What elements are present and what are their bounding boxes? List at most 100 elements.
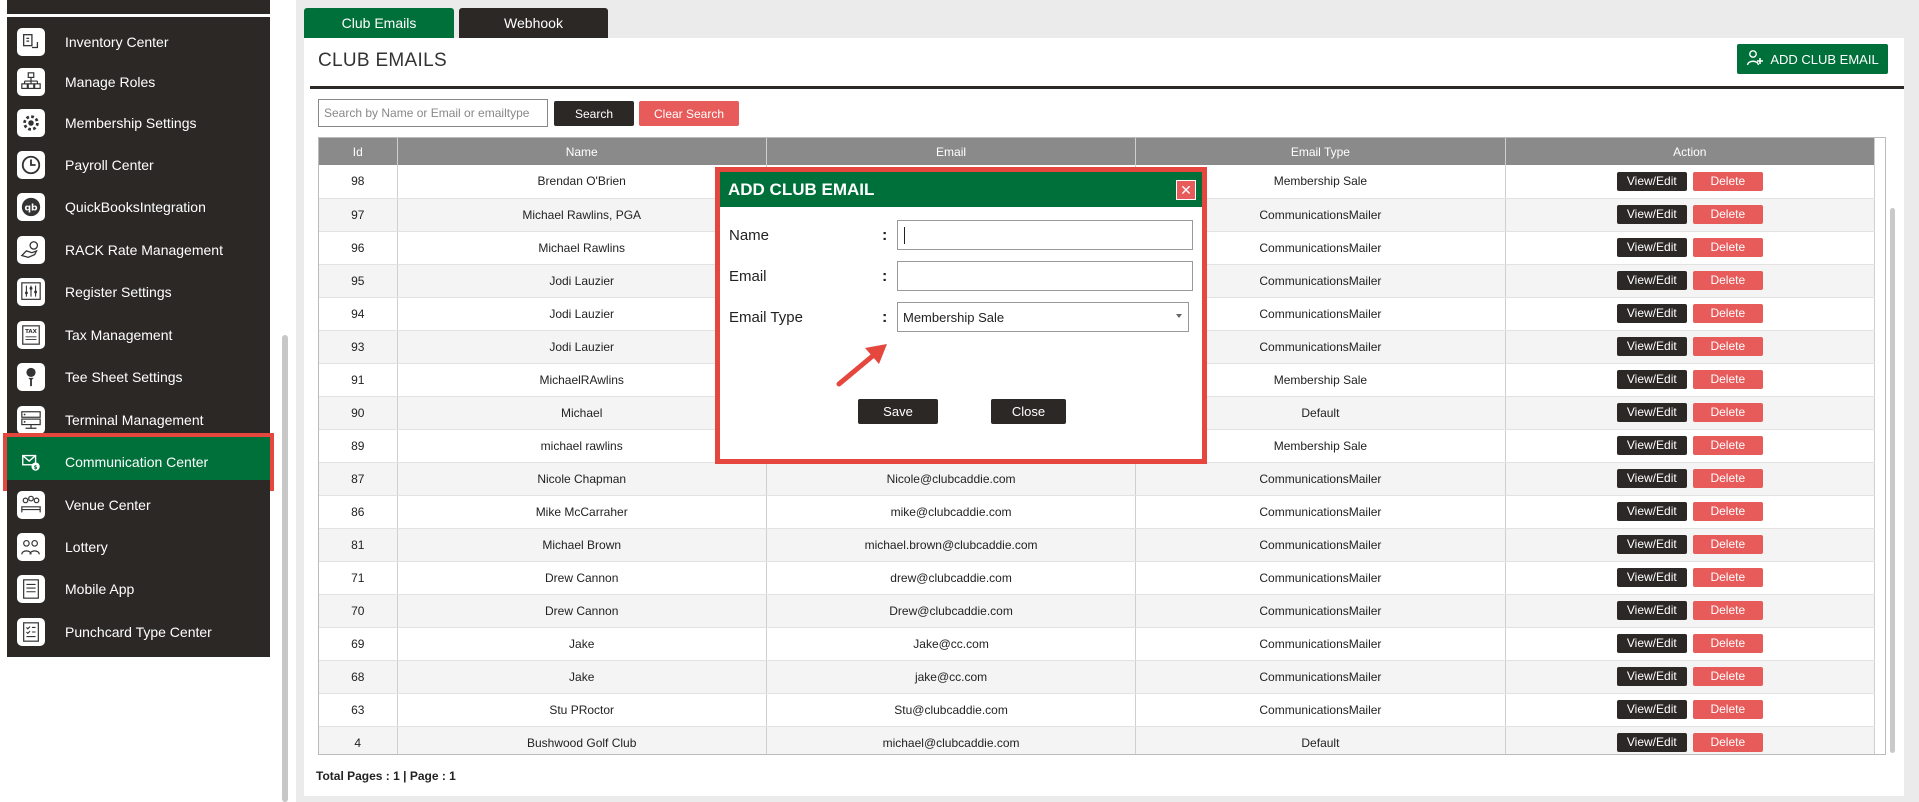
email-field[interactable]: [897, 261, 1193, 291]
delete-button[interactable]: Delete: [1692, 271, 1763, 290]
tab-webhook[interactable]: Webhook: [459, 8, 608, 38]
view-edit-button[interactable]: View/Edit: [1616, 535, 1687, 554]
view-edit-button[interactable]: View/Edit: [1616, 733, 1687, 752]
clear-search-button[interactable]: Clear Search: [639, 101, 739, 126]
add-club-email-button[interactable]: ADD CLUB EMAIL: [1737, 44, 1888, 74]
cell-email: michael.brown@clubcaddie.com: [766, 528, 1137, 562]
page-title: CLUB EMAILS: [318, 50, 447, 71]
delete-button[interactable]: Delete: [1692, 634, 1763, 653]
sidebar-item-partial[interactable]: [7, 0, 270, 14]
view-edit-button[interactable]: View/Edit: [1616, 370, 1687, 389]
tab-club-emails[interactable]: Club Emails: [304, 8, 454, 38]
delete-button[interactable]: Delete: [1692, 171, 1763, 191]
view-edit-button[interactable]: View/Edit: [1616, 601, 1687, 620]
cell-action: View/Edit Delete: [1505, 165, 1876, 199]
view-edit-button[interactable]: View/Edit: [1616, 171, 1687, 191]
delete-button[interactable]: Delete: [1692, 568, 1763, 587]
delete-button[interactable]: Delete: [1692, 535, 1763, 554]
view-edit-button[interactable]: View/Edit: [1616, 634, 1687, 653]
email-type-select[interactable]: Membership Sale: [897, 302, 1189, 332]
cell-name: Drew Cannon: [397, 561, 767, 595]
sidebar-item-label: Inventory Center: [65, 34, 169, 50]
cell-id: 98: [319, 165, 398, 199]
search-input[interactable]: Search by Name or Email or emailtype: [318, 99, 548, 127]
cell-action: View/Edit Delete: [1505, 660, 1876, 694]
delete-button[interactable]: Delete: [1692, 403, 1763, 422]
delete-button[interactable]: Delete: [1692, 469, 1763, 488]
close-button[interactable]: Close: [991, 399, 1066, 424]
delete-button[interactable]: Delete: [1692, 370, 1763, 389]
svg-text:$: $: [34, 465, 38, 471]
delete-button[interactable]: Delete: [1692, 205, 1763, 224]
delete-button[interactable]: Delete: [1692, 601, 1763, 620]
view-edit-button[interactable]: View/Edit: [1616, 337, 1687, 356]
cell-id: 81: [319, 528, 398, 562]
view-edit-button[interactable]: View/Edit: [1616, 700, 1687, 719]
sidebar-item-label: RACK Rate Management: [65, 242, 223, 258]
table-row: 70 Drew Cannon Drew@clubcaddie.com Communic…: [319, 594, 1876, 628]
svg-text:TAX: TAX: [25, 329, 38, 335]
cell-name: Stu PRoctor: [397, 693, 767, 727]
view-edit-button[interactable]: View/Edit: [1616, 205, 1687, 224]
cell-email-type: CommunicationsMailer: [1135, 594, 1506, 628]
cell-name: MichaelRAwlins: [397, 363, 767, 397]
header-email: Email: [766, 138, 1137, 165]
cell-action: View/Edit Delete: [1505, 726, 1876, 754]
cell-id: 93: [319, 330, 398, 364]
name-field[interactable]: [897, 220, 1193, 250]
cell-email-type: CommunicationsMailer: [1135, 627, 1506, 661]
delete-button[interactable]: Delete: [1692, 700, 1763, 719]
view-edit-button[interactable]: View/Edit: [1616, 238, 1687, 257]
cell-action: View/Edit Delete: [1505, 528, 1876, 562]
delete-button[interactable]: Delete: [1692, 337, 1763, 356]
sidebar-item-label: Venue Center: [65, 497, 151, 513]
header-email-type: Email Type: [1135, 138, 1506, 165]
cell-id: 4: [319, 726, 398, 754]
sidebar-scrollbar[interactable]: [282, 335, 288, 802]
cell-name: Michael Brown: [397, 528, 767, 562]
name-label: Name: [729, 227, 770, 244]
cell-action: View/Edit Delete: [1505, 231, 1876, 265]
delete-button[interactable]: Delete: [1692, 667, 1763, 686]
cell-name: michael rawlins: [397, 429, 767, 463]
cell-name: Michael: [397, 396, 767, 430]
delete-button[interactable]: Delete: [1692, 238, 1763, 257]
table-scrollbar[interactable]: [1890, 208, 1895, 753]
view-edit-button[interactable]: View/Edit: [1616, 271, 1687, 290]
cell-id: 70: [319, 594, 398, 628]
view-edit-button[interactable]: View/Edit: [1616, 469, 1687, 488]
cell-action: View/Edit Delete: [1505, 330, 1876, 364]
view-edit-button[interactable]: View/Edit: [1616, 667, 1687, 686]
email-colon: :: [882, 268, 888, 285]
email-label: Email: [729, 268, 767, 285]
search-button[interactable]: Search: [554, 101, 634, 126]
cell-id: 89: [319, 429, 398, 463]
sidebar-item-label: QuickBooksIntegration: [65, 199, 206, 215]
delete-button[interactable]: Delete: [1692, 436, 1763, 455]
view-edit-button[interactable]: View/Edit: [1616, 403, 1687, 422]
view-edit-button[interactable]: View/Edit: [1616, 568, 1687, 587]
delete-button[interactable]: Delete: [1692, 733, 1763, 752]
cell-id: 63: [319, 693, 398, 727]
cell-id: 96: [319, 231, 398, 265]
cell-action: View/Edit Delete: [1505, 297, 1876, 331]
cell-action: View/Edit Delete: [1505, 396, 1876, 430]
cell-email-type: CommunicationsMailer: [1135, 660, 1506, 694]
view-edit-button[interactable]: View/Edit: [1616, 502, 1687, 521]
delete-button[interactable]: Delete: [1692, 304, 1763, 323]
cell-email-type: CommunicationsMailer: [1135, 462, 1506, 496]
header-name: Name: [397, 138, 767, 165]
close-icon[interactable]: ✕: [1176, 180, 1196, 200]
cell-email-type: Default: [1135, 726, 1506, 754]
view-edit-button[interactable]: View/Edit: [1616, 304, 1687, 323]
cell-name: Jodi Lauzier: [397, 264, 767, 298]
cell-id: 69: [319, 627, 398, 661]
save-button[interactable]: Save: [858, 399, 938, 424]
cell-name: Drew Cannon: [397, 594, 767, 628]
sidebar-item-punchcard-type-center[interactable]: Punchcard Type Center: [7, 607, 270, 657]
delete-button[interactable]: Delete: [1692, 502, 1763, 521]
view-edit-button[interactable]: View/Edit: [1616, 436, 1687, 455]
cell-email-type: CommunicationsMailer: [1135, 693, 1506, 727]
cell-id: 91: [319, 363, 398, 397]
sidebar: Inventory Center Manage Roles Membership S…: [0, 0, 288, 802]
